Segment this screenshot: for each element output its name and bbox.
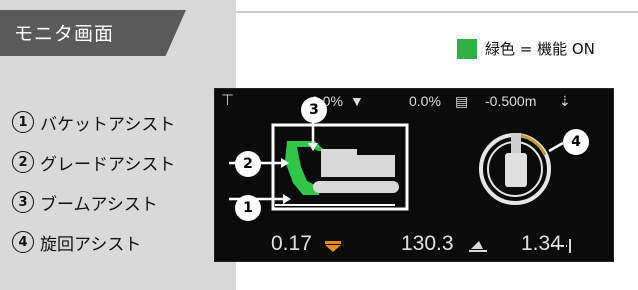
callout-badge-2: 2 xyxy=(235,151,261,177)
cab-body xyxy=(321,149,357,177)
height-value: 130.3 xyxy=(401,232,454,255)
feature-label: グレードアシスト xyxy=(40,154,176,175)
legend-text: 緑色 = 機能 ON xyxy=(485,40,595,58)
callout-arrow-4 xyxy=(548,141,564,153)
feature-list: 1 バケットアシスト 2 グレードアシスト 3 ブームアシスト 4 旋回アシスト xyxy=(12,102,175,262)
reach-icon xyxy=(569,239,571,253)
feature-item-boom-assist: 3 ブームアシスト xyxy=(12,182,175,222)
callout-badge-1: 1 xyxy=(235,195,261,221)
height-icon xyxy=(471,241,483,249)
green-swatch xyxy=(457,38,477,59)
feature-panel: モニタ画面 1 バケットアシスト 2 グレードアシスト 3 ブームアシスト 4 … xyxy=(0,0,236,290)
swing-machine xyxy=(505,153,527,187)
feature-item-grade-assist: 2 グレードアシスト xyxy=(12,142,175,182)
swing-boom xyxy=(511,133,521,153)
callout-badge-4: 4 xyxy=(563,129,589,155)
legend: 緑色 = 機能 ON xyxy=(457,38,595,59)
monitor-screen: ⊤ 0.0% ▼ 0.0% ▤ -0.500m ⇣ 1 2 3 4 0.17 1… xyxy=(214,88,614,262)
title-tab: モニタ画面 xyxy=(0,10,186,56)
number-circle: 3 xyxy=(12,191,34,213)
number-circle: 1 xyxy=(12,111,34,133)
feature-label: バケットアシスト xyxy=(40,114,176,135)
track-body xyxy=(313,181,399,193)
feature-label: 旋回アシスト xyxy=(40,234,142,255)
panel-title: モニタ画面 xyxy=(14,23,115,45)
engine-body xyxy=(355,155,395,177)
callout-badge-3: 3 xyxy=(301,97,327,123)
number-circle: 4 xyxy=(12,231,34,253)
bucket-angle-value: 0.17 xyxy=(271,232,312,255)
reach-value: 1.34 xyxy=(521,232,562,255)
feature-item-bucket-assist: 1 バケットアシスト xyxy=(12,102,175,142)
number-circle: 2 xyxy=(12,151,34,173)
bucket-angle-icon xyxy=(325,245,341,252)
feature-label: ブームアシスト xyxy=(40,194,158,215)
divider xyxy=(236,11,638,13)
feature-item-swing-assist: 4 旋回アシスト xyxy=(12,222,175,262)
